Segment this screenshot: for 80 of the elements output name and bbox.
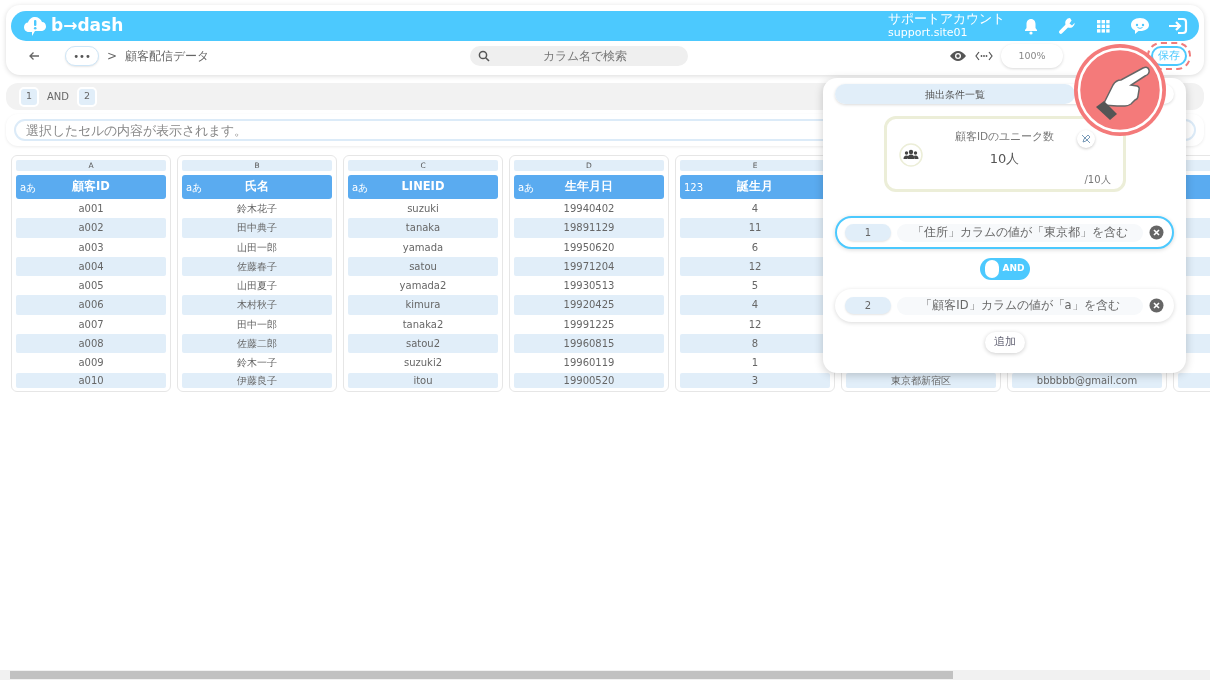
table-cell[interactable]: 19991225: [514, 314, 664, 335]
table-cell[interactable]: 19940402: [514, 199, 664, 219]
condition-row[interactable]: 2 「顧客ID」カラムの値が「a」を含む: [835, 289, 1174, 322]
table-cell[interactable]: 19900520: [514, 372, 664, 388]
table-cell[interactable]: itou: [348, 372, 498, 388]
table-cell[interactable]: 田中典子: [182, 218, 332, 238]
account-name: サポートアカウント: [888, 12, 1005, 26]
condition-text: 「住所」カラムの値が「東京都」を含む: [897, 223, 1143, 242]
table-cell[interactable]: yamada2: [348, 276, 498, 296]
table-cell[interactable]: a008: [16, 334, 166, 354]
breadcrumb-separator: >: [107, 48, 118, 65]
table-cell[interactable]: a009: [16, 353, 166, 373]
table-cell[interactable]: kimura: [348, 295, 498, 315]
group-icon: [898, 143, 923, 167]
cloud-logo-icon: [23, 15, 47, 37]
table-cell[interactable]: tanaka2: [348, 314, 498, 335]
condition-row[interactable]: 1 「住所」カラムの値が「東京都」を含む: [835, 216, 1174, 249]
table-cell[interactable]: a006: [16, 295, 166, 315]
condition-number: 2: [845, 297, 891, 314]
table-cell[interactable]: 19971204: [514, 256, 664, 277]
table-cell[interactable]: tanaka: [348, 218, 498, 238]
stat-value: 10人: [988, 149, 1021, 168]
operator-label: AND: [47, 90, 70, 104]
stat-title: 顧客IDのユニーク数: [953, 129, 1056, 144]
condition-chip[interactable]: 1: [19, 86, 39, 107]
table-cell[interactable]: 鈴木花子: [182, 199, 332, 219]
table-cell[interactable]: suzuki: [348, 199, 498, 219]
table-cell[interactable]: 19930513: [514, 276, 664, 296]
search-icon: [478, 50, 491, 62]
table-cell[interactable]: a010: [16, 372, 166, 388]
type-icon: aあ: [186, 179, 203, 195]
table-cell[interactable]: 山田一郎: [182, 237, 332, 257]
table-cell[interactable]: 佐藤春子: [182, 256, 332, 277]
remove-icon[interactable]: [1149, 298, 1164, 313]
table-cell[interactable]: 木村秋子: [182, 295, 332, 315]
chat-face-icon[interactable]: [1129, 16, 1151, 36]
type-icon: aあ: [518, 179, 535, 195]
table-cell[interactable]: 19960815: [514, 334, 664, 354]
table-cell[interactable]: 田中一郎: [182, 314, 332, 335]
edit-off-button[interactable]: [1076, 130, 1095, 148]
type-icon: aあ: [20, 179, 37, 195]
condition-chip[interactable]: 2: [77, 86, 98, 107]
horizontal-scrollbar[interactable]: [0, 670, 1210, 680]
table-cell[interactable]: 佐藤二郎: [182, 334, 332, 354]
logo-text: b→dash: [51, 14, 124, 38]
table-cell[interactable]: a002: [16, 218, 166, 238]
table-cell[interactable]: 19891129: [514, 218, 664, 238]
wrench-icon[interactable]: [1057, 16, 1077, 36]
account-id: support.site01: [888, 26, 969, 40]
table-cell[interactable]: 伊藤良子: [182, 372, 332, 388]
add-button[interactable]: 追加: [984, 332, 1025, 353]
panel-tab[interactable]: 抽出条件一覧: [835, 84, 1075, 104]
table-cell[interactable]: 鈴木一子: [182, 353, 332, 373]
stat-total: /10人: [1084, 173, 1111, 187]
sign-in-icon[interactable]: [1167, 16, 1189, 36]
more-button[interactable]: •••: [65, 46, 99, 66]
zoom-field[interactable]: 100%: [1001, 44, 1063, 68]
table-cell[interactable]: satou: [348, 256, 498, 277]
remove-icon[interactable]: [1149, 225, 1164, 240]
condition-text: 「顧客ID」カラムの値が「a」を含む: [897, 296, 1143, 315]
table-cell[interactable]: 3: [680, 372, 830, 388]
table-cell[interactable]: 19950620: [514, 237, 664, 257]
table-cell[interactable]: yamada: [348, 237, 498, 257]
table-cell[interactable]: satou2: [348, 334, 498, 354]
table-cell[interactable]: a007: [16, 314, 166, 335]
pencil-slash-icon: [1080, 134, 1091, 144]
type-icon: 123: [684, 179, 704, 195]
code-icon[interactable]: [975, 50, 993, 62]
table-cell[interactable]: 山田夏子: [182, 276, 332, 296]
table-cell[interactable]: 19920425: [514, 295, 664, 315]
table-cell[interactable]: a004: [16, 256, 166, 277]
table-cell[interactable]: suzuki2: [348, 353, 498, 373]
condition-number: 1: [845, 224, 891, 241]
breadcrumb-current: 顧客配信データ: [125, 48, 210, 65]
table-cell[interactable]: a001: [16, 199, 166, 219]
table-cell[interactable]: 19960119: [514, 353, 664, 373]
type-icon: aあ: [352, 179, 369, 195]
eye-icon[interactable]: [949, 49, 967, 63]
table-cell[interactable]: a005: [16, 276, 166, 296]
table-cell[interactable]: a003: [16, 237, 166, 257]
